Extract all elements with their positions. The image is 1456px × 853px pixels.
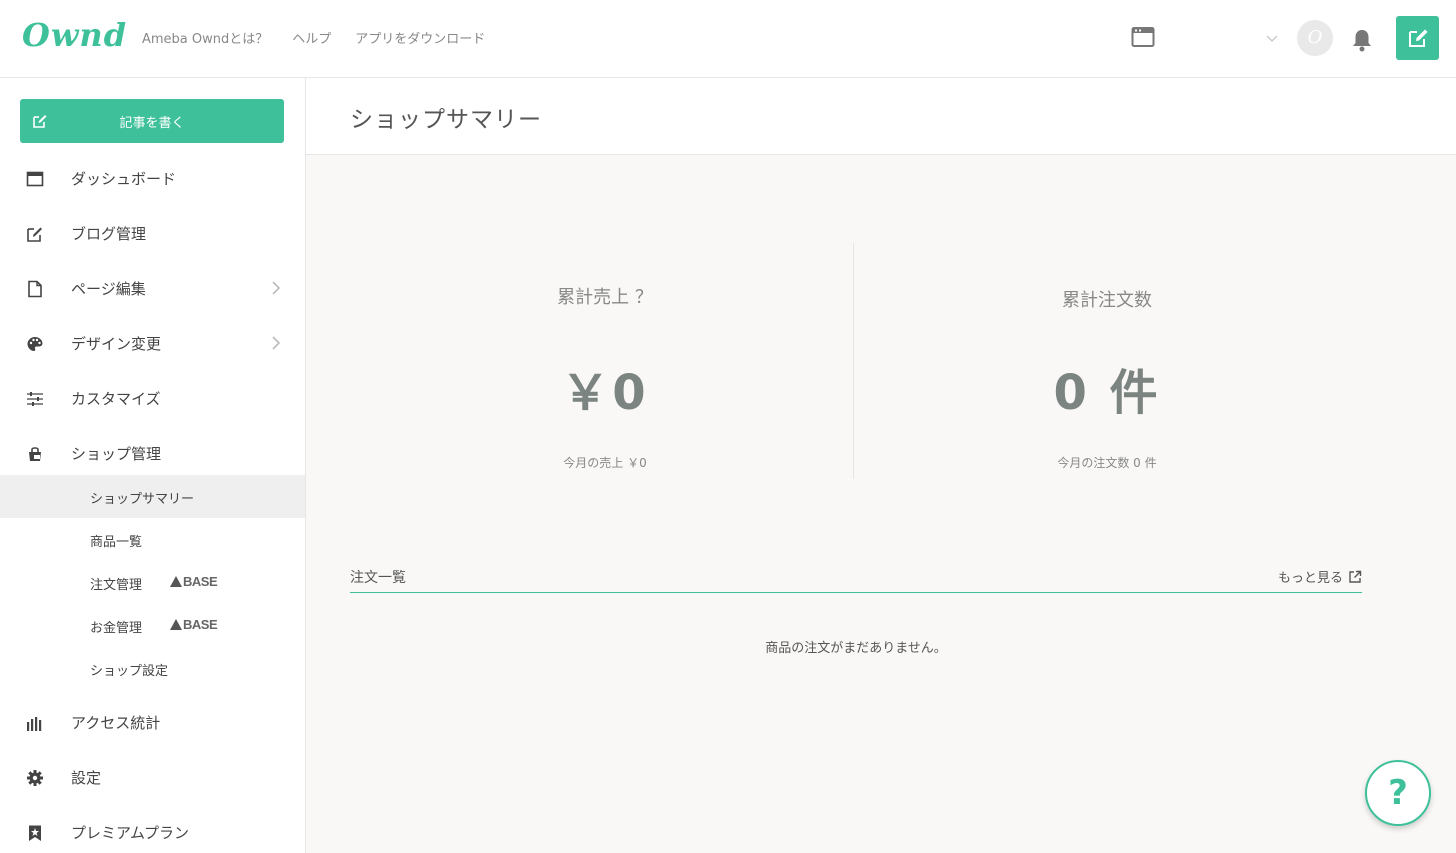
dashboard-icon: [26, 171, 44, 187]
star-bookmark-icon: [29, 825, 41, 841]
orders-divider: [350, 592, 1362, 593]
sales-label[interactable]: 累計売上 ？: [355, 283, 855, 309]
sliders-icon: [27, 392, 43, 406]
orders-count-monthly: 今月の注文数 0 件: [1057, 456, 1157, 470]
sidebar-subitem-label: お金管理: [90, 621, 143, 636]
edit-icon: [1408, 29, 1427, 47]
ownd-logo[interactable]: Ownd: [22, 16, 127, 54]
sidebar-item-label: アクセス統計: [71, 714, 161, 732]
sidebar-subitem-shop-settings[interactable]: ショップ設定: [0, 647, 305, 690]
bar-chart-icon: [27, 717, 42, 731]
new-post-button[interactable]: [1396, 16, 1439, 60]
sidebar-subitem-label: ショップ設定: [90, 664, 169, 679]
top-header: Ownd Ameba Owndとは？ ヘルプ アプリをダウンロード O: [0, 0, 1456, 78]
page-icon: [28, 280, 42, 298]
sales-monthly: 今月の売上 ￥0: [563, 456, 647, 470]
sidebar-subitem-label: ショップサマリー: [90, 492, 195, 507]
orders-more-label: もっと見る: [1277, 571, 1343, 586]
sidebar-item-label: ショップ管理: [71, 445, 162, 463]
chevron-down-icon[interactable]: [1264, 30, 1280, 46]
sidebar-item-label: カスタマイズ: [71, 390, 161, 408]
chevron-right-icon: [272, 281, 281, 295]
sidebar-subitem-label: 商品一覧: [90, 535, 143, 550]
sidebar-item-label: デザイン変更: [71, 335, 162, 353]
nav-about-link[interactable]: Ameba Owndとは？: [142, 28, 268, 47]
sidebar-item-label: ダッシュボード: [71, 170, 177, 188]
sidebar-item-premium[interactable]: プレミアムプラン: [0, 812, 305, 852]
sidebar-item-design[interactable]: デザイン変更: [0, 323, 305, 363]
orders-empty-message: 商品の注文がまだありません。: [765, 641, 947, 656]
shop-bag-icon: [29, 447, 41, 461]
sidebar-item-shop[interactable]: ショップ管理: [0, 433, 305, 473]
orders-count-label: 累計注文数: [1062, 290, 1152, 311]
sidebar-subitem-orders[interactable]: 注文管理 BASE: [0, 561, 305, 604]
sales-value: ￥0: [561, 365, 649, 421]
sidebar-subitem-label: 注文管理: [90, 578, 143, 593]
base-logo: BASE: [170, 617, 218, 632]
gear-icon: [27, 770, 43, 786]
sidebar-item-pages[interactable]: ページ編集: [0, 268, 305, 308]
chevron-right-icon: [272, 336, 281, 350]
edit-icon: [27, 227, 42, 242]
orders-count-value: 0 件: [1053, 365, 1161, 421]
page-title: ショップサマリー: [350, 107, 542, 133]
site-window-icon[interactable]: [1131, 26, 1155, 48]
nav-help-link[interactable]: ヘルプ: [292, 28, 331, 47]
nav-app-download-link[interactable]: アプリをダウンロード: [355, 28, 485, 47]
sidebar: 記事を書く ダッシュボード ブログ管理 ページ編集 デザイン変更 カスタマイズ …: [0, 78, 306, 853]
sidebar-item-customize[interactable]: カスタマイズ: [0, 378, 305, 418]
sidebar-item-settings[interactable]: 設定: [0, 757, 305, 797]
page-header: ショップサマリー: [306, 78, 1456, 155]
sidebar-subitem-products[interactable]: 商品一覧: [0, 518, 305, 561]
help-button[interactable]: ?: [1365, 760, 1431, 826]
sidebar-item-label: 設定: [71, 769, 102, 787]
sidebar-item-label: ブログ管理: [71, 225, 147, 243]
sidebar-item-blog[interactable]: ブログ管理: [0, 213, 305, 253]
main-content: 累計売上 ？ ￥0 今月の売上 ￥0 累計注文数 0 件 今月の注文数 0 件 …: [306, 155, 1456, 853]
sidebar-subitem-money[interactable]: お金管理 BASE: [0, 604, 305, 647]
bell-icon[interactable]: [1350, 27, 1374, 53]
stats-divider: [853, 243, 854, 479]
top-nav: Ameba Owndとは？ ヘルプ アプリをダウンロード: [142, 28, 485, 47]
palette-icon: [27, 337, 43, 351]
write-article-button[interactable]: 記事を書く: [20, 99, 284, 143]
sidebar-item-label: ページ編集: [71, 280, 146, 298]
write-article-label: 記事を書く: [119, 116, 185, 131]
sidebar-item-dashboard[interactable]: ダッシュボード: [0, 158, 305, 198]
sidebar-subitem-shop-summary[interactable]: ショップサマリー: [0, 475, 305, 518]
orders-list-title: 注文一覧: [350, 570, 406, 586]
avatar[interactable]: O: [1297, 20, 1333, 56]
sidebar-item-analytics[interactable]: アクセス統計: [0, 702, 305, 742]
external-link-icon: [1349, 570, 1362, 583]
base-logo: BASE: [170, 574, 218, 589]
orders-more-link[interactable]: もっと見る: [1278, 567, 1362, 586]
sidebar-item-label: プレミアムプラン: [71, 824, 190, 842]
